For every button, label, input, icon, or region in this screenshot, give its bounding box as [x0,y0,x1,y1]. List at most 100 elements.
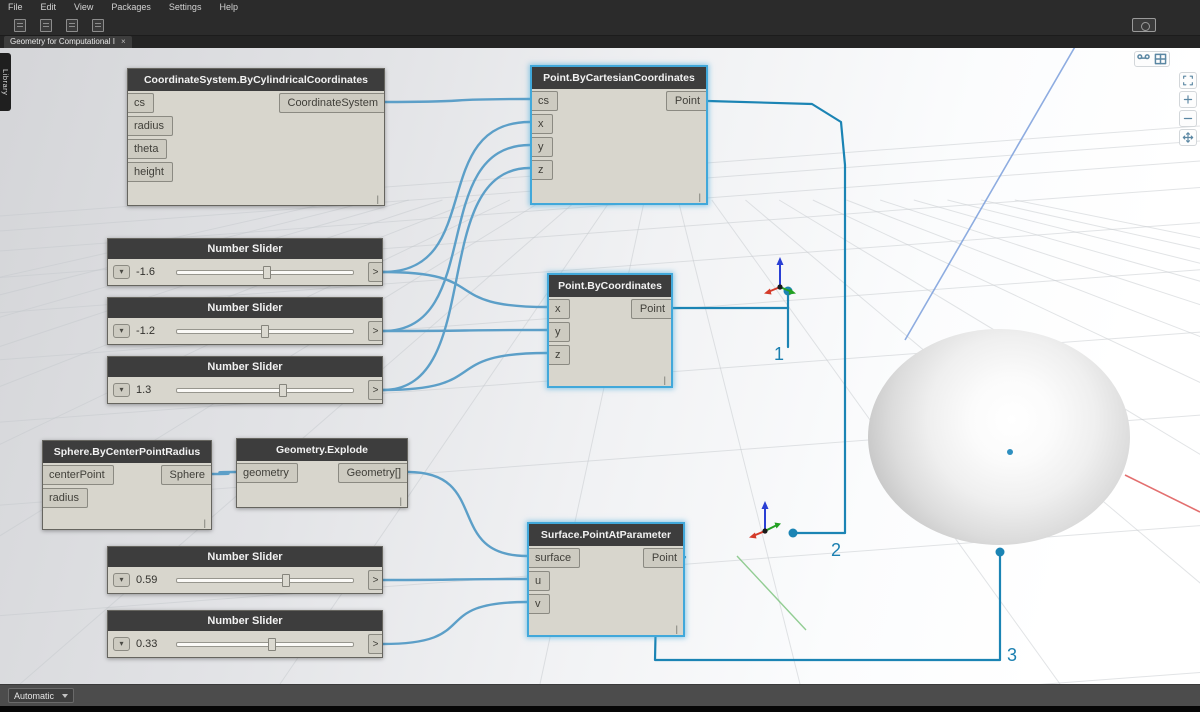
menu-settings[interactable]: Settings [160,0,211,15]
menu-file[interactable]: File [0,0,32,15]
tab-title: Geometry for Computational I [10,36,115,48]
menu-bar: File Edit View Packages Settings Help [0,0,1200,15]
output-port[interactable]: > [368,380,382,400]
geometry-view-icon[interactable] [1153,53,1168,65]
slider-track[interactable] [176,329,354,334]
input-port-geometry[interactable]: geometry [237,463,298,483]
input-port-y[interactable]: y [549,322,570,342]
node-surface-pointatparameter[interactable]: Surface.PointAtParametersurface uv Point | [527,522,685,637]
export-icon[interactable] [92,19,104,32]
input-port-cs[interactable]: cs [128,93,154,113]
node-sphere-bycenterpointradius[interactable]: Sphere.ByCenterPointRadiuscenterPoint rad… [42,440,212,530]
zoom-in-button[interactable] [1179,91,1197,108]
node-coordinatesystem-bycylindricalcoordinates[interactable]: CoordinateSystem.ByCylindricalCoordinate… [127,68,385,206]
input-port-x[interactable]: x [532,114,553,134]
run-mode-value: Automatic [14,691,54,701]
output-port[interactable]: > [368,262,382,282]
node-geometry-explode[interactable]: Geometry.ExplodegeometryGeometry[]| [236,438,408,508]
navigation-controls [1179,72,1197,146]
pan-button[interactable] [1179,129,1197,146]
status-bar: Automatic [0,684,1200,706]
node-point-bycoordinates[interactable]: Point.ByCoordinatesxyz Point | [547,273,673,388]
slider-handle[interactable] [279,384,287,397]
output-port[interactable]: > [368,570,382,590]
node-number-slider-1[interactable]: Number Slider ▾-1.6 > [107,238,383,286]
camera-icon[interactable] [1132,18,1156,32]
input-port-y[interactable]: y [532,137,553,157]
node-title[interactable]: Point.ByCoordinates [549,275,671,297]
node-point-bycartesiancoordinates[interactable]: Point.ByCartesianCoordinatescsxyzPoint| [530,65,708,205]
chevron-down-icon [62,694,68,698]
slider-track[interactable] [176,578,354,583]
output-port[interactable]: > [368,634,382,654]
output-port-Geometry[][interactable]: Geometry[] [338,463,407,483]
input-port-u[interactable]: u [529,571,550,591]
slider-handle[interactable] [261,325,269,338]
input-port-surface[interactable]: surface [529,548,580,568]
input-port-z[interactable]: z [549,345,570,365]
node-number-slider-2[interactable]: Number Slider ▾-1.2 > [107,297,383,345]
slider-handle[interactable] [282,574,290,587]
chevron-down-icon[interactable]: ▾ [113,637,130,651]
node-title[interactable]: CoordinateSystem.ByCylindricalCoordinate… [128,69,384,91]
graph-view-icon[interactable] [1136,53,1151,65]
output-port-Point[interactable]: Point [631,299,671,319]
input-port-v[interactable]: v [529,594,550,614]
slider-track[interactable] [176,642,354,647]
node-title[interactable]: Sphere.ByCenterPointRadius [43,441,211,463]
slider-track[interactable] [176,270,354,275]
input-port-theta[interactable]: theta [128,139,167,159]
slider-value[interactable]: 0.59 [130,574,172,586]
node-state-glyph: | [676,624,678,634]
input-port-cs[interactable]: cs [532,91,558,111]
save-icon[interactable] [66,19,78,32]
node-title[interactable]: Surface.PointAtParameter [529,524,683,546]
chevron-down-icon[interactable]: ▾ [113,324,130,338]
output-port[interactable]: > [368,321,382,341]
chevron-down-icon[interactable]: ▾ [113,265,130,279]
node-number-slider-4[interactable]: Number Slider ▾0.59 > [107,546,383,594]
slider-value[interactable]: -1.2 [130,325,172,337]
input-port-height[interactable]: height [128,162,173,182]
slider-value[interactable]: 0.33 [130,638,172,650]
zoom-out-button[interactable] [1179,110,1197,127]
slider-title: Number Slider [108,298,382,318]
node-state-glyph: | [204,518,206,528]
node-title[interactable]: Point.ByCartesianCoordinates [532,67,706,89]
input-port-radius[interactable]: radius [128,116,173,136]
chevron-down-icon[interactable]: ▾ [113,573,130,587]
menu-view[interactable]: View [65,0,102,15]
input-port-radius[interactable]: radius [43,488,88,508]
slider-title: Number Slider [108,239,382,259]
chevron-down-icon[interactable]: ▾ [113,383,130,397]
slider-track[interactable] [176,388,354,393]
output-port-CoordinateSystem[interactable]: CoordinateSystem [279,93,385,113]
slider-value[interactable]: -1.6 [130,266,172,278]
input-port-centerPoint[interactable]: centerPoint [43,465,114,485]
library-panel-tab[interactable]: Library [0,53,11,111]
input-port-z[interactable]: z [532,160,553,180]
output-port-Point[interactable]: Point [666,91,706,111]
fit-view-button[interactable] [1179,72,1197,89]
output-port-Sphere[interactable]: Sphere [161,465,211,485]
slider-title: Number Slider [108,611,382,631]
input-port-x[interactable]: x [549,299,570,319]
node-number-slider-5[interactable]: Number Slider ▾0.33 > [107,610,383,658]
menu-edit[interactable]: Edit [32,0,66,15]
open-file-icon[interactable] [40,19,52,32]
slider-handle[interactable] [263,266,271,279]
node-state-glyph: | [664,375,666,385]
menu-help[interactable]: Help [210,0,247,15]
node-title[interactable]: Geometry.Explode [237,439,407,461]
slider-title: Number Slider [108,357,382,377]
slider-value[interactable]: 1.3 [130,384,172,396]
close-icon[interactable]: × [121,36,126,48]
slider-title: Number Slider [108,547,382,567]
output-port-Point[interactable]: Point [643,548,683,568]
slider-handle[interactable] [268,638,276,651]
menu-packages[interactable]: Packages [102,0,160,15]
tab-geometry-for-computational[interactable]: Geometry for Computational I × [4,36,132,48]
run-mode-dropdown[interactable]: Automatic [8,688,74,703]
node-number-slider-3[interactable]: Number Slider ▾1.3 > [107,356,383,404]
new-file-icon[interactable] [14,19,26,32]
